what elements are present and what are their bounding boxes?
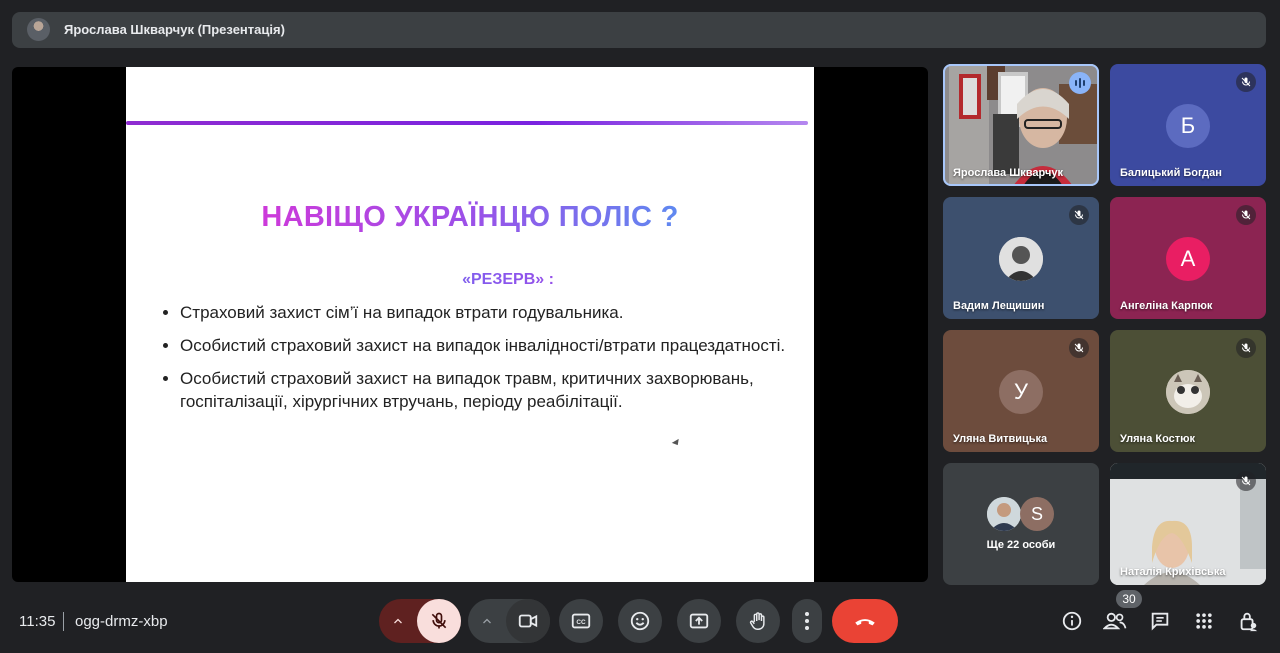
mic-off-icon (1236, 72, 1256, 92)
present-screen-button[interactable] (677, 599, 721, 643)
captions-button[interactable]: CC (559, 599, 603, 643)
microphone-control (379, 599, 461, 643)
participant-tile-vadym[interactable]: Вадим Лещишин (943, 197, 1099, 319)
mic-off-icon (1236, 338, 1256, 358)
participant-avatar: S (1020, 497, 1054, 531)
camera-options-button[interactable] (468, 599, 506, 643)
participant-tile-uliana-k[interactable]: Уляна Костюк (1110, 330, 1266, 452)
meeting-code: ogg-drmz-xbp (75, 613, 168, 630)
leave-call-button[interactable] (832, 599, 898, 643)
participant-name: Уляна Витвицька (953, 433, 1048, 445)
videocam-icon (518, 614, 538, 628)
chevron-up-icon (394, 618, 402, 624)
lock-person-icon (1240, 612, 1258, 632)
more-participants-tile[interactable]: S Ще 22 особи (943, 463, 1099, 585)
slide-divider (126, 121, 808, 125)
present-to-all-icon (689, 613, 709, 629)
mouse-cursor-icon (671, 438, 682, 448)
camera-control (468, 599, 550, 643)
people-button[interactable] (1100, 606, 1130, 636)
mic-off-icon (1236, 471, 1256, 491)
participant-name: Наталія Крихівська (1120, 566, 1226, 578)
chevron-up-icon (483, 618, 491, 624)
participant-tile-yaroslava[interactable]: Ярослава Шкварчук (943, 64, 1099, 186)
meeting-time: 11:35 (19, 613, 56, 630)
participant-avatar: Б (1166, 104, 1210, 148)
slide-bullet: Особистий страховий захист на випадок тр… (180, 367, 820, 413)
mic-toggle-button[interactable] (417, 599, 461, 643)
participant-name: Ангеліна Карпюк (1120, 300, 1213, 312)
more-vert-icon (805, 612, 809, 630)
raise-hand-icon (749, 612, 765, 630)
participant-avatar (1166, 370, 1210, 414)
activities-button[interactable] (1189, 606, 1219, 636)
chat-icon (1151, 612, 1169, 631)
meeting-controls-bar: 11:35 ogg-drmz-xbp CC 30 (0, 590, 1280, 653)
presentation-header: Ярослава Шкварчук (Презентація) (12, 12, 1266, 48)
more-options-button[interactable] (792, 599, 822, 643)
mic-off-icon (431, 612, 447, 629)
slide-bullet: Особистий страховий захист на випадок ін… (180, 334, 820, 357)
presenter-avatar (27, 18, 50, 41)
participant-avatar (987, 497, 1021, 531)
reactions-button[interactable] (618, 599, 662, 643)
apps-grid-icon (1196, 613, 1212, 629)
svg-text:CC: CC (576, 619, 586, 626)
participant-tile-anhelina[interactable]: А Ангеліна Карпюк (1110, 197, 1266, 319)
call-end-icon (855, 619, 875, 626)
slide-bullet-list: Страховий захист сім’ї на випадок втрати… (162, 301, 820, 423)
participant-tile-uliana-v[interactable]: У Уляна Витвицька (943, 330, 1099, 452)
mic-off-icon (1069, 338, 1089, 358)
divider (63, 612, 64, 631)
meeting-details-button[interactable] (1057, 606, 1087, 636)
presentation-slide: НАВІЩО УКРАЇНЦЮ ПОЛІС ? «РЕЗЕРВ» : Страх… (126, 67, 814, 582)
host-controls-button[interactable] (1233, 606, 1263, 636)
camera-toggle-button[interactable] (506, 599, 550, 643)
participant-name: Вадим Лещишин (953, 300, 1045, 312)
chat-button[interactable] (1145, 606, 1175, 636)
speaking-indicator-icon (1069, 72, 1091, 94)
participant-avatar (999, 237, 1043, 281)
participant-name: Уляна Костюк (1120, 433, 1196, 445)
emoji-icon (630, 611, 650, 631)
participant-tile-bohdan[interactable]: Б Балицький Богдан (1110, 64, 1266, 186)
info-icon (1062, 611, 1082, 631)
mic-off-icon (1236, 205, 1256, 225)
mic-off-icon (1069, 205, 1089, 225)
more-participants-label: Ще 22 особи (986, 539, 1056, 551)
participant-avatar: А (1166, 237, 1210, 281)
participant-tile-nataliia[interactable]: Наталія Крихівська (1110, 463, 1266, 585)
participant-name: Балицький Богдан (1120, 167, 1222, 179)
slide-heading: НАВІЩО УКРАЇНЦЮ ПОЛІС ? (126, 201, 814, 234)
raise-hand-button[interactable] (736, 599, 780, 643)
closed-captions-icon: CC (571, 613, 591, 629)
mic-options-button[interactable] (379, 599, 417, 643)
slide-subheading: «РЕЗЕРВ» : (164, 271, 852, 289)
presentation-title: Ярослава Шкварчук (Презентація) (64, 22, 285, 37)
people-icon (1103, 612, 1127, 630)
slide-bullet: Страховий захист сім’ї на випадок втрати… (180, 301, 820, 324)
participant-avatar: У (999, 370, 1043, 414)
participant-name: Ярослава Шкварчук (953, 167, 1063, 179)
